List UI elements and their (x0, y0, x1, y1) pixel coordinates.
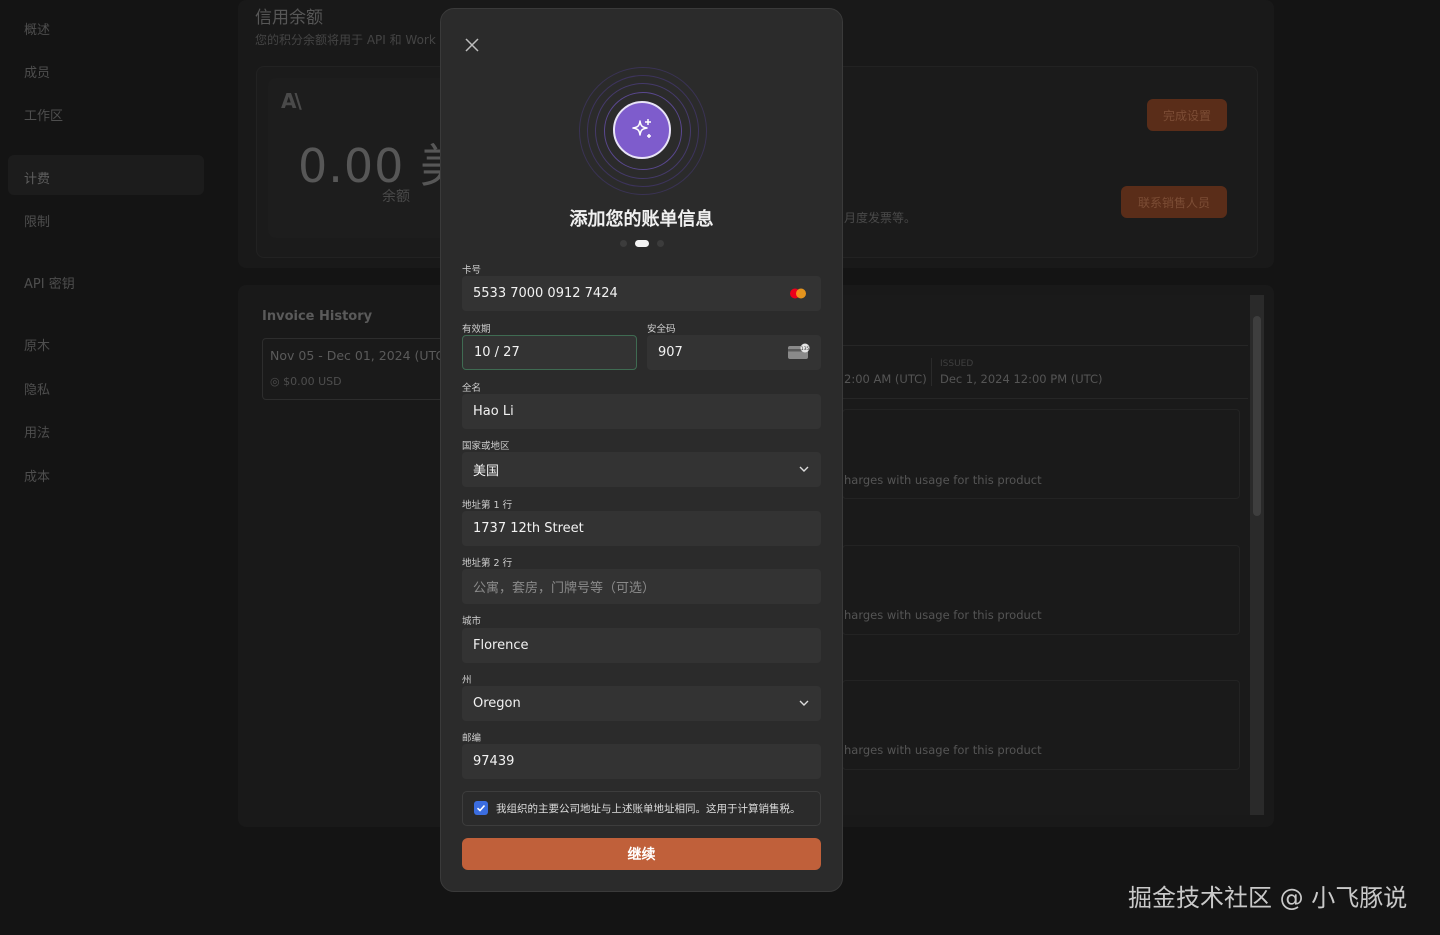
continue-button[interactable]: 继续 (462, 838, 821, 870)
contact-sales-button[interactable]: 联系销售人员 (1121, 186, 1227, 218)
modal-title: 添加您的账单信息 (569, 209, 714, 230)
address2-label: 地址第 2 行 (462, 558, 513, 569)
sidebar: 概述 成员 工作区 计费 限制 API 密钥 原木 隐私 用法 成本 (0, 0, 220, 935)
coins-icon: ◎ (270, 375, 280, 388)
state-label: 州 (462, 675, 472, 686)
complete-setup-button[interactable]: 完成设置 (1147, 99, 1227, 131)
same-address-label: 我组织的主要公司地址与上述账单地址相同。这用于计算销售税。 (496, 803, 801, 815)
cvc-card-icon: 135 (787, 343, 811, 361)
close-icon[interactable] (461, 35, 483, 57)
address1-label: 地址第 1 行 (462, 500, 513, 511)
watermark: 掘金技术社区 @ 小飞豚说 (1128, 884, 1408, 912)
chevron-down-icon (799, 466, 809, 472)
sidebar-item-members[interactable]: 成员 (24, 62, 50, 81)
cvc-input[interactable]: 907 135 (647, 335, 821, 370)
step-dot (657, 240, 664, 247)
sidebar-item-billing[interactable]: 计费 (24, 168, 50, 187)
same-address-checkbox[interactable] (474, 801, 488, 815)
full-name-input[interactable]: Hao Li (462, 394, 821, 429)
divider (931, 358, 932, 386)
sparkle-icon (613, 101, 671, 159)
step-dot (620, 240, 627, 247)
sidebar-item-api-keys[interactable]: API 密钥 (24, 273, 75, 292)
sidebar-item-privacy[interactable]: 隐私 (24, 379, 50, 398)
balance-label: 余额 (382, 189, 410, 205)
sidebar-item-limits[interactable]: 限制 (24, 211, 50, 230)
step-dot-active (635, 240, 649, 247)
product-line-text: harges with usage for this product (844, 743, 1042, 757)
invoice-history-title: Invoice History (262, 309, 373, 324)
scrollbar-thumb[interactable] (1253, 316, 1261, 516)
card-number-label: 卡号 (462, 265, 482, 276)
address2-input[interactable]: 公寓，套房，门牌号等（可选） (462, 569, 821, 604)
invoice-start-time: 2:00 AM (UTC) (844, 372, 927, 386)
full-name-label: 全名 (462, 383, 482, 394)
sidebar-item-workspaces[interactable]: 工作区 (24, 105, 63, 124)
mastercard-icon (789, 288, 807, 299)
anthropic-logo: A\ (281, 89, 302, 113)
card-number-input[interactable]: 5533 7000 0912 7424 (462, 276, 821, 311)
page-title: 信用余额 (255, 8, 323, 28)
chevron-down-icon (799, 700, 809, 706)
invoice-date-range: Nov 05 - Dec 01, 2024 (UTC (270, 348, 445, 363)
invoice-note: 月度发票等。 (844, 211, 917, 225)
city-input[interactable]: Florence (462, 628, 821, 663)
zip-label: 邮编 (462, 733, 482, 744)
country-label: 国家或地区 (462, 441, 510, 452)
product-line-text: harges with usage for this product (844, 608, 1042, 622)
expiry-input[interactable]: 10 / 27 (462, 335, 637, 370)
page-subtitle: 您的积分余额将用于 API 和 Work (255, 33, 436, 47)
country-select[interactable]: 美国 (462, 452, 821, 487)
invoice-amount: ◎ $0.00 USD (270, 375, 342, 388)
issued-label: ISSUED (940, 359, 974, 369)
cvc-label: 安全码 (647, 324, 676, 335)
sidebar-item-cost[interactable]: 成本 (24, 466, 50, 485)
sidebar-item-usage[interactable]: 用法 (24, 422, 50, 441)
sidebar-item-logs[interactable]: 原木 (24, 335, 50, 354)
zip-input[interactable]: 97439 (462, 744, 821, 779)
check-icon (476, 804, 486, 812)
product-line-text: harges with usage for this product (844, 473, 1042, 487)
city-label: 城市 (462, 616, 482, 627)
issued-time: Dec 1, 2024 12:00 PM (UTC) (940, 372, 1103, 386)
expiry-label: 有效期 (462, 324, 491, 335)
state-select[interactable]: Oregon (462, 686, 821, 721)
svg-text:135: 135 (801, 346, 810, 352)
address1-input[interactable]: 1737 12th Street (462, 511, 821, 546)
sidebar-item-overview[interactable]: 概述 (24, 19, 50, 38)
